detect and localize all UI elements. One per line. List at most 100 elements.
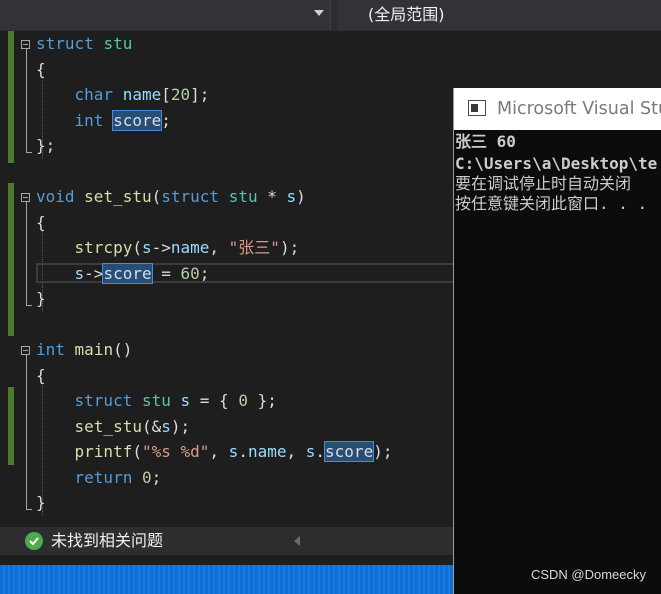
code-token: ) bbox=[296, 187, 306, 206]
code-token: * bbox=[257, 187, 287, 206]
collapse-struct-icon[interactable] bbox=[21, 40, 30, 49]
console-titlebar[interactable]: Microsoft Visual Stu bbox=[454, 88, 661, 130]
code-token: s bbox=[180, 391, 191, 410]
debug-console-window[interactable]: Microsoft Visual Stu 张三 60 C:\Users\a\De… bbox=[453, 88, 661, 594]
code-line[interactable]: struct stu bbox=[36, 34, 132, 54]
type-dropdown[interactable] bbox=[0, 0, 331, 30]
code-token: { bbox=[36, 60, 46, 79]
code-token: ]; bbox=[190, 85, 210, 104]
code-line[interactable]: printf("%s %d", s.name, s.score); bbox=[36, 441, 393, 462]
console-line: 要在调试停止时自动关闭 bbox=[455, 174, 632, 193]
code-token: 0 bbox=[238, 391, 248, 410]
scope-dropdown[interactable]: (全局范围) bbox=[338, 0, 661, 30]
code-token: () bbox=[113, 340, 133, 359]
code-token: stu bbox=[103, 34, 133, 53]
change-indicator bbox=[8, 31, 14, 163]
code-line[interactable]: struct stu s = { 0 }; bbox=[36, 391, 277, 411]
code-token: , bbox=[209, 238, 229, 257]
console-output[interactable]: 张三 60 C:\Users\a\Desktop\te 要在调试停止时自动关闭 … bbox=[454, 130, 661, 594]
code-token: return bbox=[74, 468, 133, 487]
code-token: int bbox=[36, 340, 65, 359]
code-token: stu bbox=[228, 187, 258, 206]
code-token: strcpy bbox=[74, 238, 133, 257]
code-token: } bbox=[36, 289, 46, 308]
code-line[interactable]: { bbox=[36, 213, 46, 233]
code-line[interactable]: { bbox=[36, 60, 46, 80]
navigation-bar: (全局范围) bbox=[0, 0, 661, 32]
code-token: = { bbox=[190, 391, 239, 410]
code-line[interactable]: return 0; bbox=[36, 468, 162, 488]
vs-ide-window: (全局范围) struct stu{ char name[20]; int sc… bbox=[0, 0, 661, 594]
collapse-function-icon[interactable] bbox=[21, 193, 30, 202]
code-token: { bbox=[36, 213, 46, 232]
code-token: ; bbox=[161, 111, 171, 130]
code-token: ); bbox=[279, 238, 300, 257]
code-token: printf bbox=[74, 442, 133, 461]
code-line[interactable]: int main() bbox=[36, 340, 132, 360]
code-token: int bbox=[74, 111, 104, 130]
code-token: s bbox=[141, 238, 152, 257]
code-token: ; bbox=[151, 468, 162, 487]
code-token: ); bbox=[373, 442, 393, 461]
code-token: ( bbox=[132, 442, 142, 461]
code-token: name bbox=[122, 85, 162, 104]
code-token: "%s %d" bbox=[141, 442, 210, 461]
code-line[interactable]: s->score = 60; bbox=[36, 263, 210, 284]
code-token: = bbox=[151, 264, 181, 283]
code-token: struct bbox=[161, 187, 220, 206]
code-token: main bbox=[74, 340, 114, 359]
scroll-left-icon[interactable] bbox=[294, 536, 300, 546]
code-token: struct bbox=[36, 34, 94, 53]
code-token: ( bbox=[132, 238, 142, 257]
code-token: s bbox=[74, 264, 85, 283]
chevron-down-icon[interactable] bbox=[314, 10, 324, 16]
code-token: name bbox=[247, 442, 287, 461]
code-token: s bbox=[286, 187, 297, 206]
code-token: char bbox=[74, 85, 114, 104]
code-token: s bbox=[305, 442, 316, 461]
scope-label: (全局范围) bbox=[368, 5, 445, 24]
outline-end bbox=[26, 152, 32, 153]
code-line[interactable]: int score; bbox=[36, 110, 171, 131]
code-token: ; bbox=[199, 264, 210, 283]
code-token: set_stu bbox=[74, 417, 142, 436]
code-line[interactable]: void set_stu(struct stu * s) bbox=[36, 187, 306, 207]
code-line[interactable]: strcpy(s->name, "张三"); bbox=[36, 238, 300, 258]
code-token: [ bbox=[161, 85, 171, 104]
highlighted-reference: score bbox=[324, 441, 375, 462]
change-indicator bbox=[8, 387, 14, 465]
code-token: 0 bbox=[141, 468, 152, 487]
code-line[interactable]: char name[20]; bbox=[36, 85, 210, 105]
code-token: s bbox=[161, 417, 171, 436]
console-line: C:\Users\a\Desktop\te bbox=[455, 154, 658, 173]
code-token: { bbox=[36, 366, 46, 385]
collapse-main-icon[interactable] bbox=[21, 346, 30, 355]
outline-guide bbox=[26, 355, 27, 509]
code-token: . bbox=[315, 442, 326, 461]
code-line[interactable]: } bbox=[36, 289, 46, 309]
code-token: ); bbox=[170, 417, 191, 436]
code-token: ( bbox=[151, 187, 162, 206]
code-token: name bbox=[170, 238, 210, 257]
issues-status-text[interactable]: 未找到相关问题 bbox=[51, 531, 163, 551]
code-line[interactable]: { bbox=[36, 366, 46, 386]
outline-guide bbox=[26, 202, 27, 305]
code-line[interactable]: set_stu(&s); bbox=[36, 417, 191, 437]
code-token: -> bbox=[151, 238, 171, 257]
status-bar bbox=[0, 565, 455, 594]
code-line[interactable]: }; bbox=[36, 136, 55, 156]
code-line[interactable]: } bbox=[36, 493, 46, 513]
highlighted-reference: score bbox=[102, 263, 153, 284]
code-token: } bbox=[36, 493, 46, 512]
